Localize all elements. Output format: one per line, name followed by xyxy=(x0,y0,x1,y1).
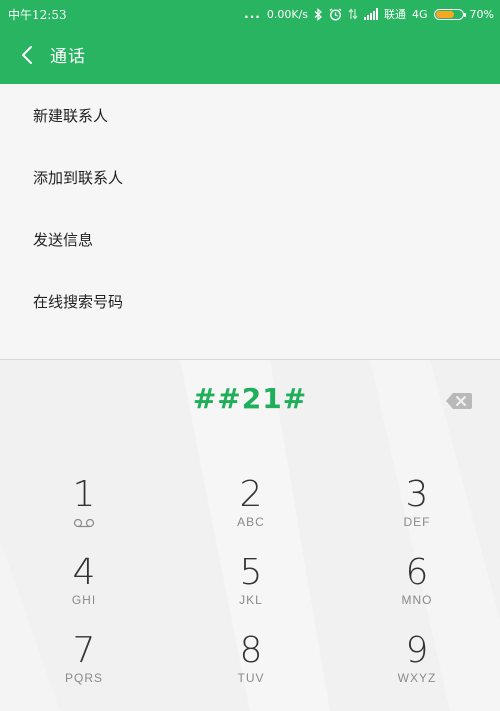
key-digit: 7 xyxy=(72,630,96,671)
notification-dots: ... xyxy=(244,7,261,21)
key-2[interactable]: 2 ABC xyxy=(191,475,311,549)
data-transfer-icon xyxy=(348,8,358,20)
key-digit: 1 xyxy=(72,474,96,515)
chevron-left-icon xyxy=(22,46,32,64)
online-search-label: 在线搜索号码 xyxy=(33,292,124,311)
options-list: 新建联系人 添加到联系人 发送信息 在线搜索号码 xyxy=(0,84,500,360)
status-right: ... 0.00K/s 联通 4G 70% xyxy=(244,5,494,23)
backspace-button[interactable] xyxy=(444,390,474,412)
battery-icon xyxy=(433,8,466,20)
battery-percent: 70% xyxy=(469,7,494,21)
new-contact-label: 新建联系人 xyxy=(33,106,109,125)
key-5[interactable]: 5 JKL xyxy=(191,553,311,627)
new-contact-option[interactable]: 新建联系人 xyxy=(0,84,500,146)
backspace-icon xyxy=(446,393,472,409)
key-digit: 4 xyxy=(72,552,96,593)
dialer: ##21# 1 2 ABC 3 DEF 4 GHI 5 JKL 6 MNO 7 … xyxy=(0,360,500,711)
add-to-contact-label: 添加到联系人 xyxy=(33,168,124,187)
signal-icon xyxy=(364,8,379,20)
key-letters: DEF xyxy=(403,515,431,529)
status-time: 中午12:53 xyxy=(8,8,67,22)
key-digit: 2 xyxy=(239,474,263,515)
network-speed: 0.00K/s xyxy=(266,7,309,21)
key-9[interactable]: 9 WXYZ xyxy=(357,631,477,705)
key-7[interactable]: 7 PQRS xyxy=(24,631,144,705)
key-4[interactable]: 4 GHI xyxy=(24,553,144,627)
key-6[interactable]: 6 MNO xyxy=(357,553,477,627)
page-title: 通话 xyxy=(50,47,86,67)
key-digit: 6 xyxy=(405,552,429,593)
key-digit: 9 xyxy=(405,630,429,671)
carrier-name: 联通 xyxy=(384,8,407,21)
key-digit: 5 xyxy=(239,552,263,593)
back-button[interactable] xyxy=(10,38,44,72)
key-letters: TUV xyxy=(237,671,265,685)
key-3[interactable]: 3 DEF xyxy=(357,475,477,549)
key-letters: PQRS xyxy=(64,671,103,685)
dialed-number[interactable]: ##21# xyxy=(0,382,500,415)
key-letters: MNO xyxy=(401,593,433,607)
send-message-option[interactable]: 发送信息 xyxy=(0,208,500,270)
key-8[interactable]: 8 TUV xyxy=(191,631,311,705)
key-letters: ABC xyxy=(237,515,265,529)
send-message-label: 发送信息 xyxy=(33,230,94,249)
online-search-option[interactable]: 在线搜索号码 xyxy=(0,270,500,332)
key-letters: JKL xyxy=(239,593,263,607)
network-type: 4G xyxy=(412,7,428,21)
add-to-contact-option[interactable]: 添加到联系人 xyxy=(0,146,500,208)
alarm-icon xyxy=(329,8,342,21)
key-letters: WXYZ xyxy=(397,671,437,685)
header: 中午12:53 ... 0.00K/s 联通 4G 70% 通话 xyxy=(0,0,500,84)
battery-fill xyxy=(435,10,454,18)
key-digit: 8 xyxy=(239,630,263,671)
status-bar: 中午12:53 ... 0.00K/s 联通 4G 70% xyxy=(0,0,500,28)
key-1[interactable]: 1 xyxy=(24,475,144,549)
voicemail-icon xyxy=(73,518,95,528)
key-digit: 3 xyxy=(405,474,429,515)
key-letters: GHI xyxy=(71,593,97,607)
keypad: 1 2 ABC 3 DEF 4 GHI 5 JKL 6 MNO 7 PQRS 8… xyxy=(0,465,500,711)
app-bar: 通话 xyxy=(0,28,500,84)
bluetooth-icon xyxy=(314,7,323,21)
